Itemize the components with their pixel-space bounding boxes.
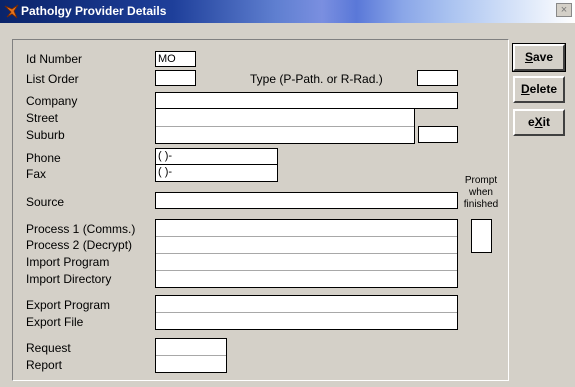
exit-label-post: it (542, 115, 551, 129)
process-divider-2 (156, 253, 457, 254)
phone-field[interactable]: ( )- (155, 148, 278, 165)
address-line-divider (156, 126, 414, 127)
id-number-label: Id Number (26, 52, 83, 66)
exit-label-pre: e (527, 115, 535, 129)
delete-hotkey: D (520, 82, 530, 96)
fax-field[interactable]: ( )- (155, 164, 278, 182)
fax-label: Fax (26, 167, 47, 181)
delete-button[interactable]: Delete (513, 76, 565, 103)
process-divider-1 (156, 236, 457, 237)
id-number-field[interactable]: MO (155, 51, 196, 67)
phone-label: Phone (26, 151, 61, 165)
import-program-label: Import Program (26, 255, 110, 269)
suburb-label: Suburb (26, 128, 65, 142)
source-field[interactable] (155, 192, 458, 209)
company-label: Company (26, 94, 78, 108)
list-order-field[interactable] (155, 70, 196, 86)
title-bar[interactable]: Patholgy Provider Details × (0, 0, 575, 23)
exit-button[interactable]: eXit (513, 109, 565, 136)
export-divider (156, 312, 457, 313)
type-field[interactable] (417, 70, 458, 86)
export-program-label: Export Program (26, 298, 111, 312)
save-button[interactable]: Save (512, 43, 566, 72)
type-label: Type (P-Path. or R-Rad.) (250, 72, 383, 86)
save-label-post: ave (532, 50, 554, 64)
prompt-when-finished-label: Prompt when finished (463, 175, 499, 210)
list-order-label: List Order (26, 72, 79, 86)
export-file-label: Export File (26, 315, 84, 329)
close-button[interactable]: × (556, 3, 572, 17)
prompt-when-finished-field[interactable] (471, 219, 492, 253)
report-label: Report (26, 358, 63, 372)
process2-label: Process 2 (Decrypt) (26, 238, 133, 252)
postcode-field[interactable] (418, 126, 458, 143)
app-icon (4, 4, 19, 19)
company-field[interactable] (155, 92, 458, 109)
request-label: Request (26, 341, 71, 355)
save-hotkey: S (524, 50, 533, 64)
request-report-divider (156, 355, 226, 356)
process-divider-3 (156, 270, 457, 271)
street-label: Street (26, 111, 59, 125)
window-title: Patholgy Provider Details (21, 4, 167, 18)
process1-label: Process 1 (Comms.) (26, 222, 136, 236)
exit-hotkey: X (534, 115, 543, 129)
source-label: Source (26, 195, 65, 209)
delete-label-post: elete (529, 82, 558, 96)
import-directory-label: Import Directory (26, 272, 112, 286)
